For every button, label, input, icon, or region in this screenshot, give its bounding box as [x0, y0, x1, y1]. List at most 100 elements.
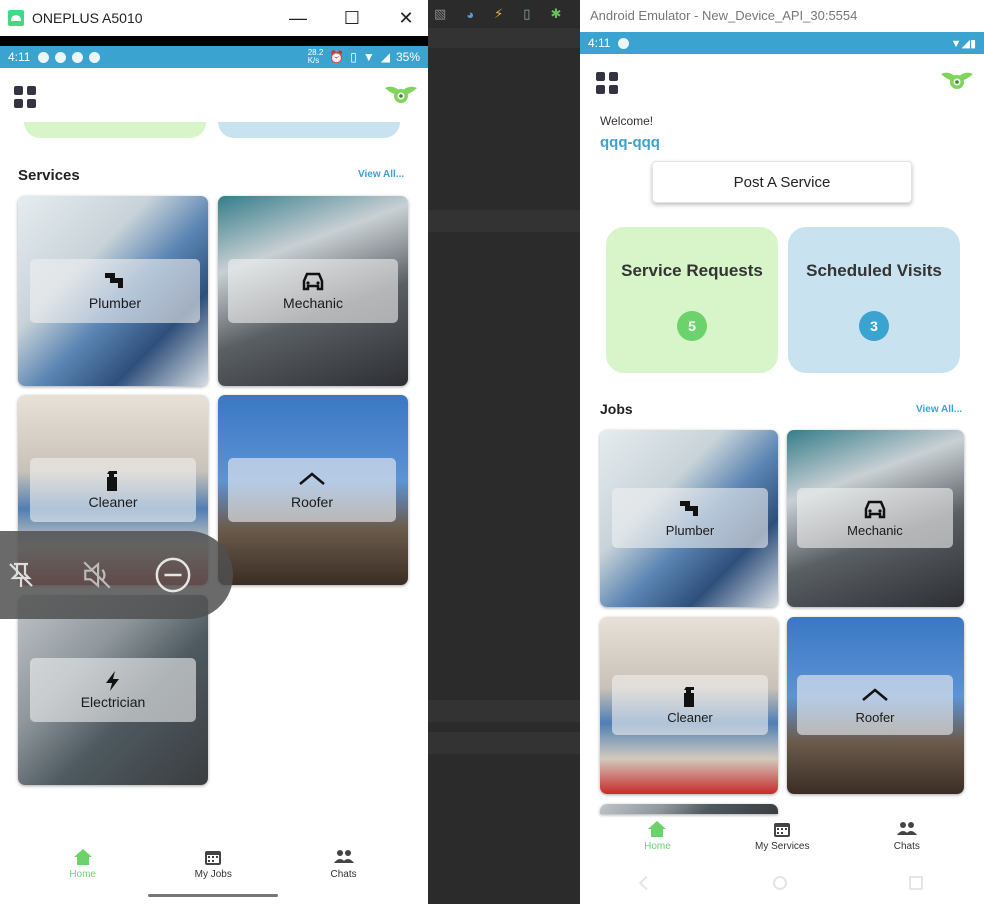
- app-header: [596, 70, 974, 96]
- stat-count-badge: 5: [677, 311, 707, 341]
- maximize-button[interactable]: ☐: [340, 6, 364, 30]
- nav-chats[interactable]: Chats: [894, 820, 920, 852]
- roof-icon: [862, 687, 888, 701]
- pipe-icon: [105, 273, 123, 288]
- unpin-button[interactable]: [2, 556, 40, 594]
- card-label-box: Roofer: [797, 675, 953, 735]
- stat-title: Service Requests: [621, 261, 763, 280]
- job-card-plumber[interactable]: Plumber: [600, 430, 778, 607]
- home-button[interactable]: [773, 876, 787, 890]
- vibrate-icon: ▯: [350, 50, 357, 64]
- ide-panel-band: [428, 732, 580, 754]
- profiler-icon[interactable]: ◕: [466, 7, 474, 22]
- wifi-signal-battery-icon: ▼◢▮: [950, 37, 976, 50]
- bottom-navigation: Home My Jobs Chats: [20, 848, 406, 880]
- emulator-title: Android Emulator - New_Device_API_30:555…: [580, 0, 984, 30]
- services-view-all-link[interactable]: View All...: [358, 169, 404, 180]
- service-requests-card[interactable]: Service Requests 5: [606, 227, 778, 373]
- nav-chats[interactable]: Chats: [331, 848, 357, 880]
- card-label: Mechanic: [283, 295, 343, 311]
- volume-mute-icon: [83, 561, 111, 589]
- jobs-view-all-link[interactable]: View All...: [916, 404, 962, 415]
- scheduled-visits-card-partial[interactable]: [218, 122, 400, 138]
- globe-icon: [89, 51, 101, 63]
- device-manager-icon[interactable]: ▯: [523, 6, 530, 22]
- username: qqq-qqq: [600, 134, 660, 151]
- home-icon: [648, 821, 667, 837]
- nav-my-jobs[interactable]: My Jobs: [195, 848, 232, 880]
- notification-icon: [618, 37, 630, 49]
- back-button[interactable]: [638, 875, 654, 891]
- window-titlebar[interactable]: ONEPLUS A5010 — ☐ ✕: [0, 0, 428, 36]
- messenger-icon: [72, 51, 84, 63]
- ide-background: ▧ ◕ ⚡ ▯ ✱: [428, 0, 580, 904]
- card-label: Mechanic: [847, 522, 903, 538]
- job-card-roofer[interactable]: Roofer: [787, 617, 964, 794]
- service-card-electrician[interactable]: Electrician: [18, 595, 208, 785]
- card-label: Cleaner: [88, 494, 138, 510]
- messenger-icon: [55, 51, 67, 63]
- bottom-navigation: Home My Services Chats: [602, 818, 962, 852]
- card-label: Cleaner: [667, 709, 713, 725]
- nav-my-services-label: My Services: [755, 841, 810, 852]
- job-card-cleaner[interactable]: Cleaner: [600, 617, 778, 794]
- service-requests-card-partial[interactable]: [24, 122, 206, 138]
- jobs-heading: Jobs: [600, 401, 633, 417]
- card-label-box: Cleaner: [612, 675, 768, 735]
- job-card-partial[interactable]: [600, 804, 778, 814]
- gesture-home-bar[interactable]: [148, 894, 278, 897]
- mute-button[interactable]: [78, 556, 116, 594]
- job-card-mechanic[interactable]: Mechanic: [787, 430, 964, 607]
- recents-button[interactable]: [909, 876, 923, 890]
- status-time: 4:11: [8, 50, 31, 64]
- home-icon: [73, 849, 92, 865]
- minimize-button[interactable]: —: [286, 6, 310, 30]
- battery-level: 35%: [395, 50, 420, 64]
- service-card-mechanic[interactable]: Mechanic: [218, 196, 408, 386]
- card-label-box: Electrician: [30, 658, 196, 722]
- menu-grid-icon[interactable]: [14, 86, 36, 108]
- build-icon[interactable]: ▧: [434, 6, 446, 22]
- nav-my-services[interactable]: My Services: [755, 820, 809, 852]
- service-card-plumber[interactable]: Plumber: [18, 196, 208, 386]
- minimize-mirror-button[interactable]: [154, 556, 192, 594]
- card-label: Roofer: [855, 709, 895, 725]
- card-label-box: Plumber: [612, 488, 768, 548]
- emulator-window: Android Emulator - New_Device_API_30:555…: [580, 0, 984, 904]
- debug-icon[interactable]: ✱: [550, 6, 561, 22]
- network-speed: 28.2 K/s: [307, 48, 324, 65]
- services-heading: Services: [18, 167, 80, 184]
- device-mirror-window: ONEPLUS A5010 — ☐ ✕ 4:11 28.2 K/s ⏰ ▯ ▼ …: [0, 0, 428, 904]
- unpin-icon: [9, 562, 33, 587]
- close-button[interactable]: ✕: [394, 6, 418, 30]
- eye-leaf-logo-icon: [385, 86, 417, 103]
- status-bar: 4:11 28.2 K/s ⏰ ▯ ▼ ◢ 35%: [0, 46, 428, 68]
- roof-icon: [299, 472, 325, 485]
- menu-grid-icon[interactable]: [596, 72, 618, 94]
- scheduled-visits-card[interactable]: Scheduled Visits 3: [788, 227, 960, 373]
- nav-home[interactable]: Home: [644, 820, 671, 852]
- service-card-roofer[interactable]: Roofer: [218, 395, 408, 585]
- apply-changes-icon[interactable]: ⚡: [494, 6, 503, 22]
- android-icon: [8, 10, 24, 26]
- calendar-icon: [774, 823, 791, 837]
- card-label-box: Roofer: [228, 458, 396, 522]
- post-service-button[interactable]: Post A Service: [652, 161, 912, 203]
- card-label: Roofer: [290, 494, 334, 510]
- car-icon: [302, 272, 324, 291]
- status-time: 4:11: [588, 36, 611, 50]
- nav-chats-label: Chats: [893, 841, 920, 852]
- lightning-icon: [106, 671, 119, 691]
- nav-home[interactable]: Home: [69, 848, 96, 880]
- device-bezel: [0, 36, 428, 46]
- card-label: Plumber: [88, 295, 142, 311]
- nav-home-label: Home: [644, 841, 671, 852]
- stat-count-badge: 3: [859, 311, 889, 341]
- eye-leaf-logo-icon: [941, 72, 973, 89]
- ide-panel-band: [428, 210, 580, 232]
- mirror-floating-controls: [0, 531, 233, 619]
- electrician-photo: [600, 804, 778, 814]
- ide-panel-band: [428, 700, 580, 722]
- people-icon: [333, 850, 354, 863]
- signal-icon: ◢: [380, 50, 390, 64]
